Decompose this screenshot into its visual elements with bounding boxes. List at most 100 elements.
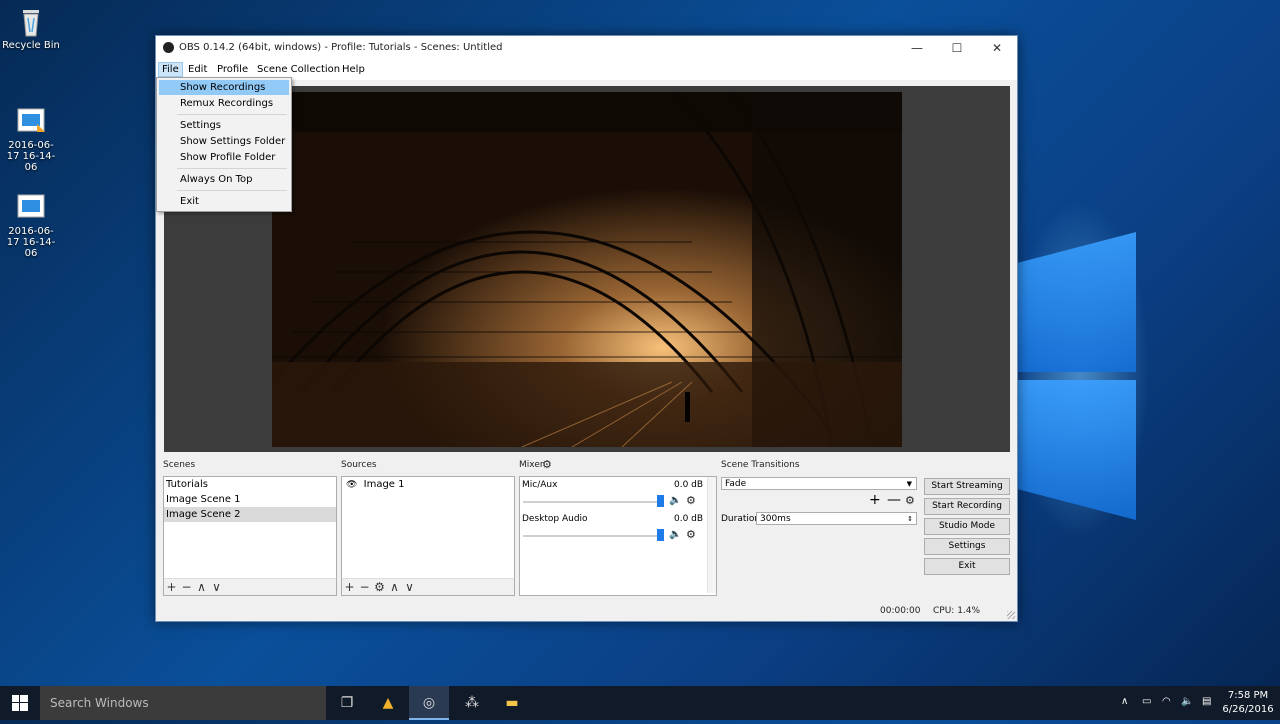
network-icon[interactable]: ◠ bbox=[1162, 696, 1171, 707]
channel-gear-icon[interactable]: ⚙ bbox=[686, 528, 696, 541]
transition-select[interactable]: Fade ▼ bbox=[721, 477, 917, 490]
remove-source-button[interactable]: − bbox=[357, 579, 372, 595]
file-menu-dropdown: Show Recordings Remux Recordings Setting… bbox=[156, 77, 292, 212]
mixer-scrollbar[interactable] bbox=[707, 477, 716, 593]
maximize-button[interactable]: ☐ bbox=[937, 36, 977, 60]
title-bar[interactable]: OBS 0.14.2 (64bit, windows) - Profile: T… bbox=[156, 36, 1017, 60]
remove-transition-button[interactable]: — bbox=[887, 492, 901, 508]
obs-taskbar-icon[interactable]: ◎ bbox=[409, 686, 449, 720]
taskbar: Search Windows ❐ ▲ ◎ ⁂ ▬ ∧ ▭ ◠ 🔈 7:58 PM… bbox=[0, 686, 1280, 720]
volume-slider-knob[interactable] bbox=[657, 495, 664, 507]
volume-slider-track[interactable] bbox=[523, 501, 659, 503]
speaker-mute-icon[interactable]: 🔈 bbox=[669, 495, 681, 506]
eye-visibility-icon[interactable]: 👁 bbox=[346, 480, 357, 490]
desktop-icon-video-file[interactable]: 2016-06-17 16-14-06 bbox=[1, 106, 61, 173]
menu-always-on-top[interactable]: Always On Top bbox=[159, 172, 289, 187]
studio-mode-button[interactable]: Studio Mode bbox=[924, 518, 1010, 535]
menu-settings[interactable]: Settings bbox=[159, 118, 289, 133]
recycle-bin-icon bbox=[15, 6, 47, 37]
volume-slider-knob[interactable] bbox=[657, 529, 664, 541]
menu-remux-recordings[interactable]: Remux Recordings bbox=[159, 96, 289, 111]
resize-grip[interactable] bbox=[1007, 611, 1015, 619]
remove-scene-button[interactable]: − bbox=[179, 579, 194, 595]
windows-start-icon[interactable] bbox=[0, 686, 40, 720]
menu-separator bbox=[177, 114, 287, 115]
action-center-icon[interactable]: ▤ bbox=[1202, 696, 1211, 707]
volume-icon[interactable]: 🔈 bbox=[1181, 696, 1193, 707]
clock-time: 7:58 PM bbox=[1227, 690, 1269, 701]
scene-transitions-label: Scene Transitions bbox=[721, 460, 800, 470]
scene-item-selected[interactable]: Image Scene 2 bbox=[164, 507, 336, 522]
chevron-up-icon[interactable]: ∧ bbox=[1121, 696, 1128, 707]
desktop-icon-recycle-bin[interactable]: Recycle Bin bbox=[1, 6, 61, 51]
sources-panel: 👁 Image 1 + − ⚙ ∧ ∨ bbox=[341, 476, 515, 596]
menu-profile[interactable]: Profile bbox=[214, 63, 251, 76]
start-recording-button[interactable]: Start Recording bbox=[924, 498, 1010, 515]
mixer-channel-level: 0.0 dB bbox=[674, 514, 704, 524]
move-source-up-button[interactable]: ∧ bbox=[387, 579, 402, 595]
menu-scene-collection[interactable]: Scene Collection bbox=[254, 63, 343, 76]
menu-show-profile-folder[interactable]: Show Profile Folder bbox=[159, 150, 289, 165]
source-item-label: Image 1 bbox=[363, 479, 405, 490]
transition-select-value: Fade bbox=[725, 479, 747, 489]
add-transition-button[interactable]: + bbox=[869, 492, 881, 508]
clock-date: 6/26/2016 bbox=[1222, 704, 1274, 715]
volume-slider-track[interactable] bbox=[523, 535, 659, 537]
source-properties-gear-icon[interactable]: ⚙ bbox=[372, 579, 387, 595]
duration-label: Duration bbox=[721, 514, 761, 524]
duration-spinbox[interactable]: 300ms ⇕ bbox=[756, 512, 917, 525]
taskbar-search-input[interactable]: Search Windows bbox=[40, 686, 326, 720]
battery-icon[interactable]: ▭ bbox=[1142, 696, 1151, 707]
menu-help[interactable]: Help bbox=[339, 63, 368, 76]
menu-edit[interactable]: Edit bbox=[185, 63, 210, 76]
mixer-gear-icon[interactable]: ⚙ bbox=[542, 458, 552, 471]
move-source-down-button[interactable]: ∨ bbox=[402, 579, 417, 595]
settings-button[interactable]: Settings bbox=[924, 538, 1010, 555]
desktop-icon-label: Recycle Bin bbox=[2, 40, 60, 51]
scenes-label: Scenes bbox=[163, 460, 196, 470]
mixer-channel-name: Desktop Audio bbox=[522, 514, 588, 524]
status-time: 00:00:00 bbox=[880, 606, 921, 616]
scene-item[interactable]: Image Scene 1 bbox=[164, 492, 336, 507]
menu-show-settings-folder[interactable]: Show Settings Folder bbox=[159, 134, 289, 149]
scenes-panel: Tutorials Image Scene 1 Image Scene 2 + −… bbox=[163, 476, 337, 596]
channel-gear-icon[interactable]: ⚙ bbox=[686, 494, 696, 507]
sources-toolbar: + − ⚙ ∧ ∨ bbox=[342, 578, 514, 595]
status-cpu: CPU: 1.4% bbox=[933, 606, 981, 616]
desktop-icon-label: 2016-06-17 16-14-06 bbox=[6, 226, 56, 259]
scenes-toolbar: + − ∧ ∨ bbox=[164, 578, 336, 595]
menu-separator bbox=[177, 190, 287, 191]
obs-app-icon bbox=[163, 42, 174, 53]
file-explorer-icon[interactable]: ▬ bbox=[492, 686, 532, 720]
vlc-icon[interactable]: ▲ bbox=[368, 686, 408, 720]
move-scene-down-button[interactable]: ∨ bbox=[209, 579, 224, 595]
spinner-arrows-icon: ⇕ bbox=[907, 515, 913, 523]
mixer-label: Mixer bbox=[519, 460, 544, 470]
preview-image-train-station bbox=[272, 92, 902, 447]
close-button[interactable]: ✕ bbox=[977, 36, 1017, 60]
clock[interactable]: 7:58 PM 6/26/2016 bbox=[1222, 689, 1274, 717]
add-scene-button[interactable]: + bbox=[164, 579, 179, 595]
duration-value: 300ms bbox=[760, 514, 791, 524]
chevron-down-icon: ▼ bbox=[906, 480, 912, 488]
start-streaming-button[interactable]: Start Streaming bbox=[924, 478, 1010, 495]
scene-item[interactable]: Tutorials bbox=[164, 477, 336, 492]
minimize-button[interactable]: — bbox=[897, 36, 937, 60]
window-title: OBS 0.14.2 (64bit, windows) - Profile: T… bbox=[179, 42, 503, 53]
menu-file[interactable]: File bbox=[158, 62, 183, 77]
transition-gear-icon[interactable]: ⚙ bbox=[905, 494, 915, 507]
desktop-icon-video-file[interactable]: 2016-06-17 16-14-06 bbox=[1, 192, 61, 259]
menu-show-recordings[interactable]: Show Recordings bbox=[159, 80, 289, 95]
source-item[interactable]: 👁 Image 1 bbox=[342, 477, 514, 492]
mixer-panel: Mic/Aux 0.0 dB 🔈 ⚙ Desktop Audio 0.0 dB … bbox=[519, 476, 717, 596]
menu-separator bbox=[177, 168, 287, 169]
speaker-mute-icon[interactable]: 🔈 bbox=[669, 529, 681, 540]
move-scene-up-button[interactable]: ∧ bbox=[194, 579, 209, 595]
add-source-button[interactable]: + bbox=[342, 579, 357, 595]
menu-exit[interactable]: Exit bbox=[159, 194, 289, 209]
sources-label: Sources bbox=[341, 460, 377, 470]
app-taskbar-icon[interactable]: ⁂ bbox=[452, 686, 492, 720]
exit-button[interactable]: Exit bbox=[924, 558, 1010, 575]
task-view-icon[interactable]: ❐ bbox=[327, 686, 367, 720]
mixer-channel-name: Mic/Aux bbox=[522, 480, 558, 490]
